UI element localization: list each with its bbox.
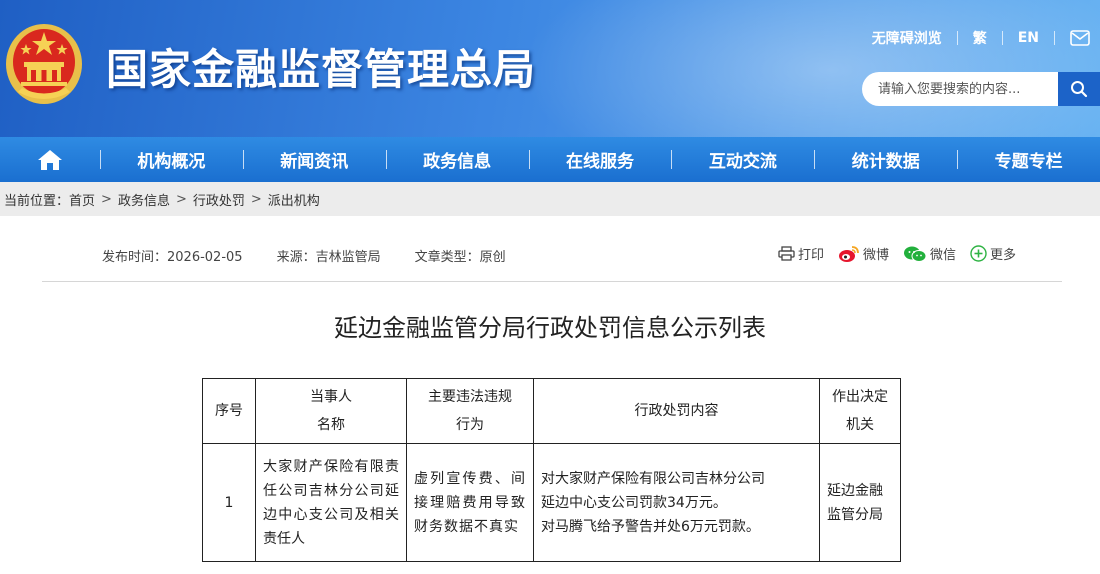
search-input[interactable] — [862, 72, 1058, 106]
header-glow — [520, 0, 1100, 137]
table-header-row: 序号 当事人 名称 主要违法违规 行为 行政处罚内容 作出决定 机关 — [202, 378, 901, 444]
share-bar: 打印 微博 微信 更多 — [778, 244, 1030, 263]
search-icon — [1071, 81, 1088, 98]
national-emblem-icon[interactable] — [4, 22, 84, 106]
main-nav: 机构概况 新闻资讯 政务信息 在线服务 互动交流 统计数据 专题专栏 — [0, 137, 1100, 182]
weibo-label: 微博 — [863, 248, 890, 263]
nav-home[interactable] — [0, 137, 100, 182]
divider — [42, 281, 1062, 282]
article-meta: 发布时间：2026-02-05 来源：吉林监管局 文章类型：原创 — [102, 246, 540, 265]
nav-item-government-info[interactable]: 政务信息 — [385, 137, 529, 182]
wechat-share-button[interactable]: 微信 — [903, 244, 956, 263]
breadcrumb-home[interactable]: 首页 — [69, 190, 95, 209]
breadcrumb-government-info[interactable]: 政务信息 — [118, 190, 170, 209]
nav-item-about[interactable]: 机构概况 — [99, 137, 243, 182]
printer-icon — [778, 246, 795, 261]
cell-penalty-content: 对大家财产保险有限公司吉林分公司 延边中心支公司罚款34万元。 对马腾飞给予警告… — [533, 443, 820, 562]
divider — [1054, 31, 1055, 45]
accessibility-link[interactable]: 无障碍浏览 — [872, 28, 942, 48]
print-label: 打印 — [798, 248, 825, 263]
nav-item-online-services[interactable]: 在线服务 — [528, 137, 672, 182]
nav-item-special-topics[interactable]: 专题专栏 — [957, 137, 1100, 182]
traditional-chinese-link[interactable]: 繁 — [973, 28, 987, 48]
header-party-line1: 当事人 — [310, 389, 352, 405]
penalty-line-2: 延边中心支公司罚款34万元。 — [541, 494, 727, 511]
header-org-line1: 作出决定 — [832, 389, 888, 405]
top-links: 无障碍浏览 繁 EN — [872, 28, 1090, 48]
header-org-line2: 机关 — [846, 417, 874, 433]
weibo-share-button[interactable]: 微博 — [838, 244, 889, 263]
divider — [956, 31, 958, 45]
mail-icon[interactable] — [1070, 29, 1090, 47]
breadcrumb-prefix: 当前位置： — [4, 193, 70, 209]
chevron-right-icon: > — [101, 191, 112, 207]
header-no: 序号 — [202, 378, 256, 444]
home-icon — [37, 149, 62, 170]
header-violation-line2: 行为 — [456, 417, 484, 433]
article-type: 文章类型：原创 — [414, 250, 506, 265]
article-source: 来源：吉林监管局 — [276, 250, 381, 265]
publish-time: 发布时间：2026-02-05 — [102, 250, 243, 265]
cell-decision-org: 延边金融监管分局 — [819, 443, 901, 562]
more-label: 更多 — [990, 248, 1017, 263]
breadcrumb-penalty[interactable]: 行政处罚 — [193, 190, 245, 209]
nav-item-interaction[interactable]: 互动交流 — [671, 137, 814, 182]
header-penalty-content: 行政处罚内容 — [533, 378, 820, 444]
site-title[interactable]: 国家金融监督管理总局 — [106, 36, 536, 97]
search-button[interactable] — [1058, 72, 1100, 106]
breadcrumb: 当前位置： 首页 > 政务信息 > 行政处罚 > 派出机构 — [0, 182, 1100, 216]
article-title: 延边金融监管分局行政处罚信息公示列表 — [334, 314, 766, 342]
nav-item-statistics[interactable]: 统计数据 — [814, 137, 957, 182]
breadcrumb-branch-office[interactable]: 派出机构 — [268, 190, 320, 209]
wechat-icon — [904, 246, 927, 262]
header-violation-line1: 主要违法违规 — [428, 389, 512, 405]
header-decision-org: 作出决定 机关 — [819, 378, 901, 444]
penalty-line-3: 对马腾飞给予警告并处6万元罚款。 — [541, 518, 760, 535]
search-box — [862, 72, 1100, 106]
cell-no: 1 — [202, 443, 256, 562]
wechat-label: 微信 — [930, 248, 957, 263]
cell-party: 大家财产保险有限责任公司吉林分公司延边中心支公司及相关责任人 — [255, 443, 407, 562]
nav-item-news[interactable]: 新闻资讯 — [242, 137, 386, 182]
weibo-icon — [839, 245, 859, 262]
print-button[interactable]: 打印 — [778, 244, 824, 263]
table-row: 1 大家财产保险有限责任公司吉林分公司延边中心支公司及相关责任人 虚列宣传费、间… — [202, 443, 901, 562]
english-link[interactable]: EN — [1018, 30, 1039, 46]
cell-violation: 虚列宣传费、间接理赔费用导致财务数据不真实 — [406, 443, 534, 562]
header-violation: 主要违法违规 行为 — [406, 378, 534, 444]
plus-circle-icon — [970, 245, 987, 262]
chevron-right-icon: > — [250, 191, 262, 207]
header-party-line2: 名称 — [317, 417, 345, 433]
more-share-button[interactable]: 更多 — [970, 244, 1016, 263]
header-party: 当事人 名称 — [255, 378, 407, 444]
chevron-right-icon: > — [175, 191, 187, 207]
site-header: 国家金融监督管理总局 无障碍浏览 繁 EN — [0, 0, 1100, 137]
divider — [1001, 31, 1003, 45]
penalty-line-1: 对大家财产保险有限公司吉林分公司 — [541, 470, 765, 487]
penalty-table: 序号 当事人 名称 主要违法违规 行为 行政处罚内容 作出决定 机关 1 大家财… — [202, 378, 901, 562]
